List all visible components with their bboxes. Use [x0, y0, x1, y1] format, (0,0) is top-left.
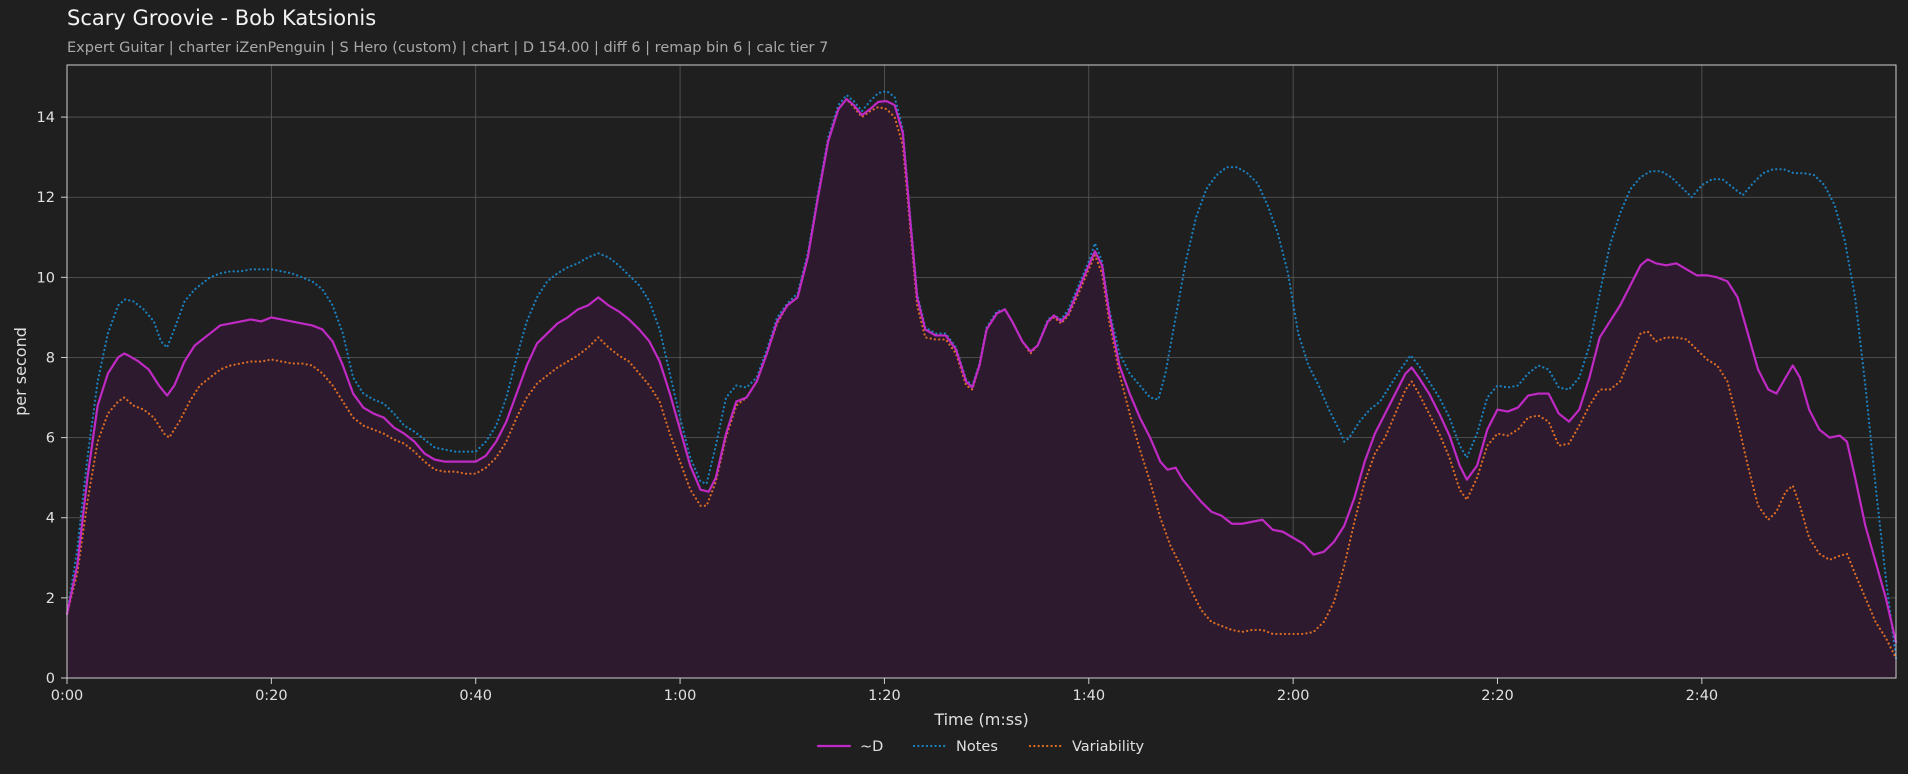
y-tick-label: 14 [37, 110, 55, 126]
y-tick-label: 2 [46, 591, 55, 607]
legend-entry-label: Notes [956, 739, 998, 755]
x-tick-label: 0:40 [459, 688, 492, 704]
x-tick-label: 2:20 [1481, 688, 1514, 704]
x-tick-label: 2:00 [1277, 688, 1310, 704]
y-tick-label: 10 [37, 270, 55, 286]
x-tick-label: 1:00 [664, 688, 697, 704]
chart-canvas: 0:00 0:20 0:40 1:00 1:20 1:40 2:00 2:20 2:40 0 2 4… [11, 64, 1898, 755]
x-axis-label: Time (m:ss) [933, 710, 1028, 729]
legend-entry-label: Variability [1072, 739, 1145, 755]
y-tick-label: 0 [46, 671, 55, 687]
x-tick-label: 1:20 [868, 688, 901, 704]
y-axis-ticks: 0 2 4 6 8 10 12 14 [37, 110, 67, 687]
area-fills [67, 99, 1896, 678]
series-fill-d [67, 99, 1896, 678]
x-tick-label: 0:00 [51, 688, 84, 704]
y-tick-label: 8 [46, 350, 55, 366]
legend: ~D Notes Variability [816, 739, 1145, 755]
legend-entry-label: ~D [860, 739, 883, 755]
y-tick-label: 12 [37, 190, 55, 206]
x-tick-label: 0:20 [255, 688, 288, 704]
y-tick-label: 6 [46, 431, 55, 447]
x-axis-ticks: 0:00 0:20 0:40 1:00 1:20 1:40 2:00 2:20 2:40 [51, 678, 1718, 704]
x-tick-label: 1:40 [1073, 688, 1106, 704]
y-axis-label: per second [11, 327, 30, 416]
x-tick-label: 2:40 [1686, 688, 1719, 704]
y-tick-label: 4 [46, 511, 55, 527]
